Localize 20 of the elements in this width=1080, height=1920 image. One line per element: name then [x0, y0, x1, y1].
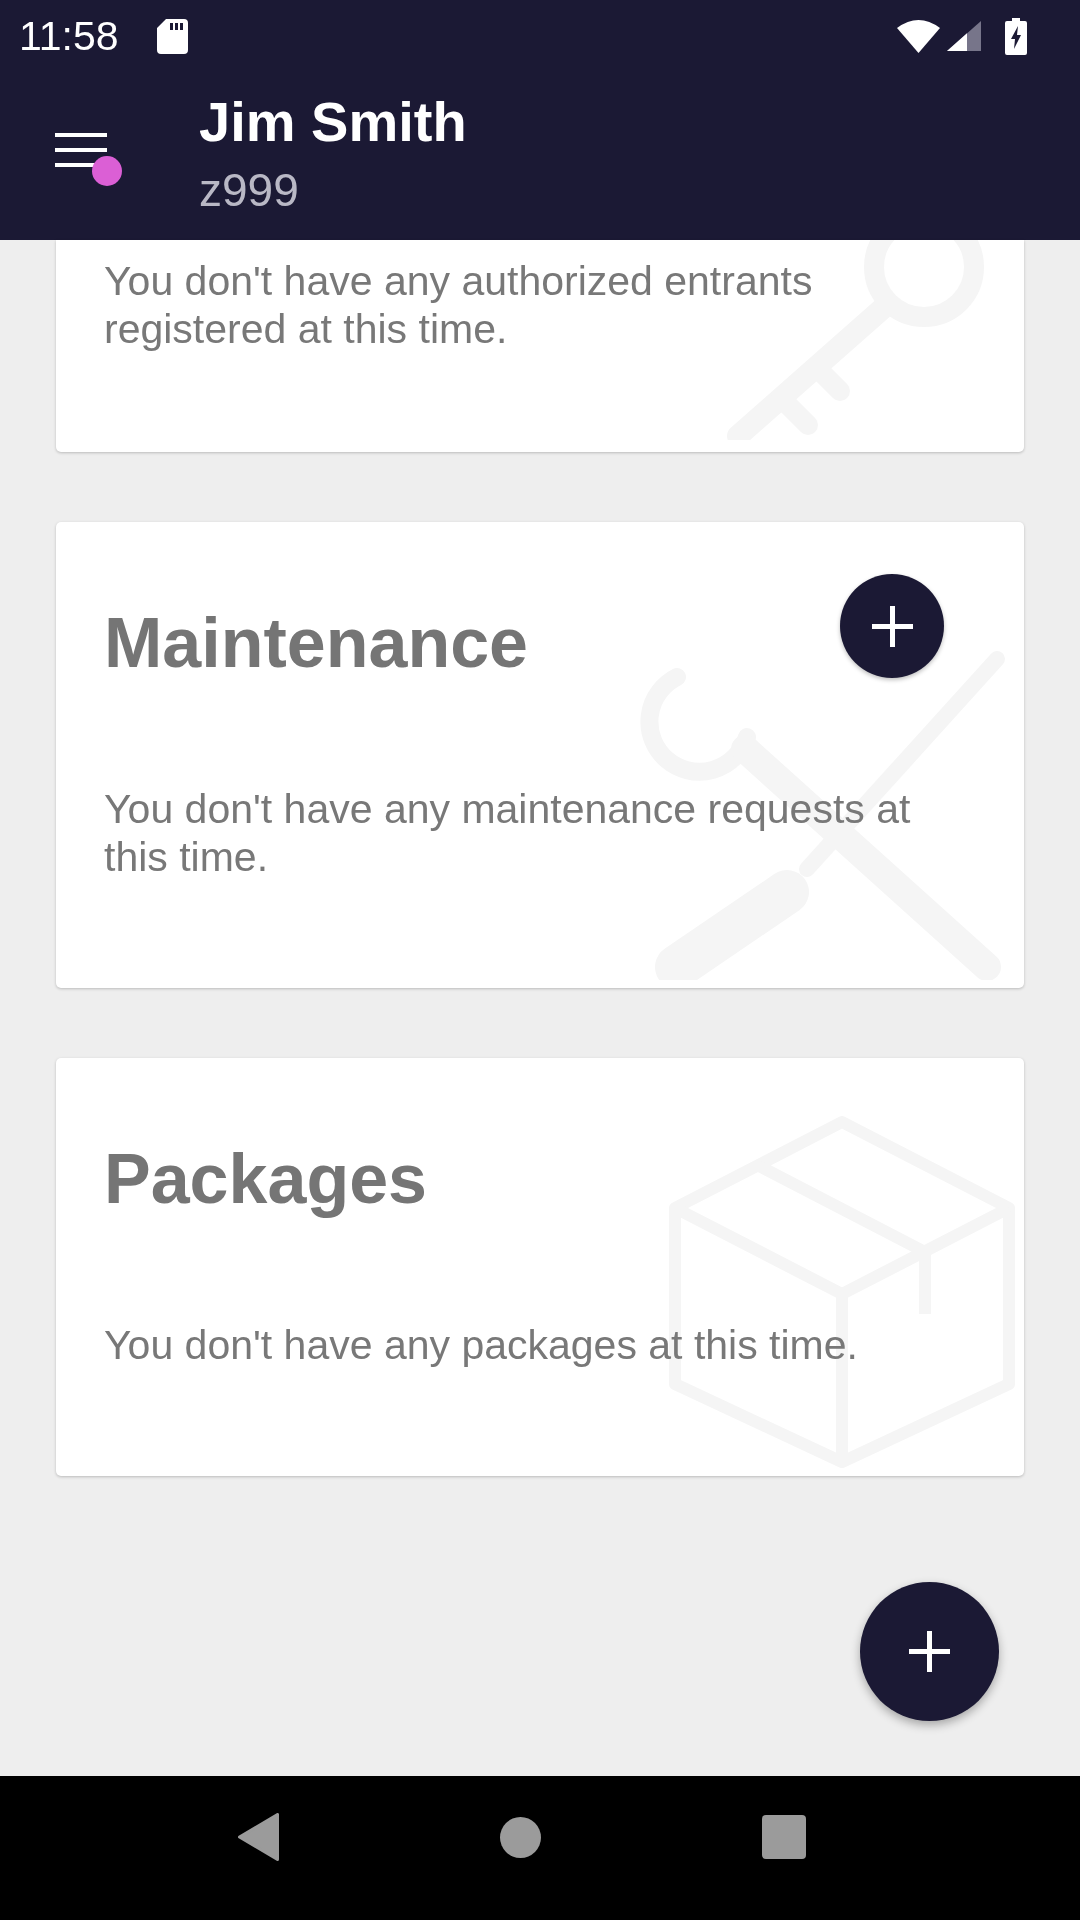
add-button[interactable]: [860, 1582, 999, 1721]
card-message: You don't have any authorized entrants registered at this time.: [104, 257, 814, 353]
user-name: Jim Smith: [199, 90, 467, 154]
card-title: Packages: [104, 1139, 428, 1220]
card-title: Maintenance: [104, 603, 528, 684]
home-icon[interactable]: [500, 1816, 541, 1858]
card-message: You don't have any packages at this time.: [104, 1321, 859, 1369]
status-time: 11:58: [19, 12, 119, 60]
card-message: You don't have any maintenance requests at this time.: [104, 785, 912, 881]
plus-icon: [909, 1631, 950, 1672]
menu-button[interactable]: [52, 130, 123, 187]
plus-icon: [871, 605, 913, 647]
back-icon[interactable]: [238, 1813, 279, 1861]
user-id: z999: [199, 164, 300, 216]
battery-charging-icon: [1005, 17, 1027, 55]
menu-icon: [55, 133, 107, 167]
signal-icon: [947, 21, 981, 51]
sd-card-icon: [156, 18, 188, 54]
add-button[interactable]: [840, 574, 944, 678]
wifi-icon: [897, 19, 940, 53]
